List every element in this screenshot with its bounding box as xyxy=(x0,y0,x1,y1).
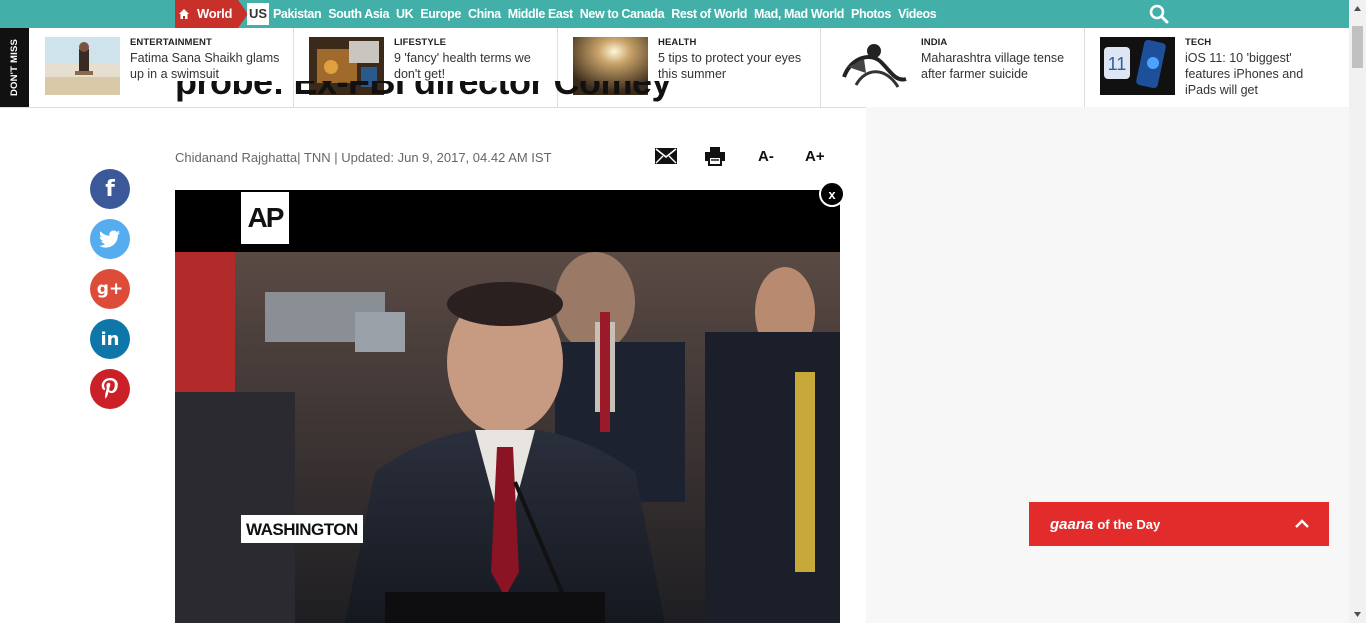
page-scrollbar[interactable] xyxy=(1349,0,1366,623)
nav-link-middle-east[interactable]: Middle East xyxy=(508,7,573,21)
ap-logo: AP xyxy=(241,192,289,244)
scroll-up-arrow-icon[interactable] xyxy=(1349,0,1366,17)
email-icon xyxy=(655,148,677,164)
google-plus-icon: g+ xyxy=(96,279,124,299)
pinterest-icon xyxy=(101,378,118,399)
close-video-button[interactable]: x xyxy=(819,181,845,207)
byline-meta: | TNN | Updated: Jun 9, 2017, 04.42 AM I… xyxy=(297,150,552,165)
article-byline: Chidanand Rajghatta| TNN | Updated: Jun … xyxy=(175,150,552,165)
nav-link-videos[interactable]: Videos xyxy=(898,7,937,21)
nav-link-rest-of-world[interactable]: Rest of World xyxy=(671,7,747,21)
dont-miss-item[interactable]: 11 TECH iOS 11: 10 'biggest' features iP… xyxy=(1084,28,1349,107)
facebook-share-button[interactable]: f xyxy=(90,169,130,209)
font-decrease-button[interactable]: A- xyxy=(758,145,774,167)
home-icon xyxy=(179,9,189,19)
item-title[interactable]: 9 'fancy' health terms we don't get! xyxy=(394,50,544,82)
item-category: HEALTH xyxy=(658,37,697,48)
item-title[interactable]: Maharashtra village tense after farmer s… xyxy=(921,50,1071,82)
twitter-icon xyxy=(99,230,120,248)
gaana-of-the-day-widget[interactable]: gaana of the Day xyxy=(1029,502,1329,546)
nav-link-uk[interactable]: UK xyxy=(396,7,414,21)
nav-link-photos[interactable]: Photos xyxy=(851,7,891,21)
item-category: TECH xyxy=(1185,37,1212,48)
linkedin-share-button[interactable]: in xyxy=(90,319,130,359)
thumbnail-image: 11 xyxy=(1100,37,1175,95)
item-title[interactable]: iOS 11: 10 'biggest' features iPhones an… xyxy=(1185,50,1335,98)
video-player[interactable]: AP WASHINGTON xyxy=(175,190,840,623)
font-increase-button[interactable]: A+ xyxy=(805,145,825,167)
google-plus-share-button[interactable]: g+ xyxy=(90,269,130,309)
nav-link-mad-mad-world[interactable]: Mad, Mad World xyxy=(754,7,844,21)
author-name[interactable]: Chidanand Rajghatta xyxy=(175,150,297,165)
scroll-down-arrow-icon[interactable] xyxy=(1349,606,1366,623)
item-category: LIFESTYLE xyxy=(394,37,447,48)
scrollbar-thumb[interactable] xyxy=(1352,26,1363,68)
article-tools: A- A+ xyxy=(655,145,835,167)
svg-text:11: 11 xyxy=(1108,54,1127,74)
twitter-share-button[interactable] xyxy=(90,219,130,259)
linkedin-icon: in xyxy=(100,328,120,350)
home-button[interactable] xyxy=(175,0,193,28)
nav-links: Pakistan South Asia UK Europe China Midd… xyxy=(273,0,937,28)
video-frame-image xyxy=(175,252,840,623)
email-button[interactable] xyxy=(655,145,677,167)
nav-us-tab[interactable]: US xyxy=(247,3,269,25)
print-button[interactable] xyxy=(705,145,725,167)
item-category: ENTERTAINMENT xyxy=(130,37,212,48)
nav-link-pakistan[interactable]: Pakistan xyxy=(273,7,322,21)
nav-link-new-to-canada[interactable]: New to Canada xyxy=(580,7,665,21)
thumbnail-image xyxy=(45,37,120,95)
nav-link-south-asia[interactable]: South Asia xyxy=(328,7,389,21)
top-nav: World US Pakistan South Asia UK Europe C… xyxy=(0,0,1349,28)
nav-world-tab[interactable]: World xyxy=(193,0,249,28)
article-headline: probe: Ex-FBI director Comey xyxy=(175,81,672,102)
nav-link-europe[interactable]: Europe xyxy=(420,7,461,21)
facebook-icon: f xyxy=(105,176,115,202)
location-caption: WASHINGTON xyxy=(241,515,363,543)
pinterest-share-button[interactable] xyxy=(90,369,130,409)
gaana-logo: gaana xyxy=(1050,515,1094,533)
search-icon[interactable] xyxy=(1149,4,1169,24)
item-category: INDIA xyxy=(921,37,948,48)
nav-link-china[interactable]: China xyxy=(468,7,501,21)
gaana-widget-label: of the Day xyxy=(1097,516,1161,532)
print-icon xyxy=(705,147,725,166)
dont-miss-label: DON'T MISS xyxy=(0,28,29,107)
item-title[interactable]: 5 tips to protect your eyes this summer xyxy=(658,50,808,82)
chevron-up-icon[interactable] xyxy=(1293,515,1311,533)
item-title[interactable]: Fatima Sana Shaikh glams up in a swimsui… xyxy=(130,50,280,82)
